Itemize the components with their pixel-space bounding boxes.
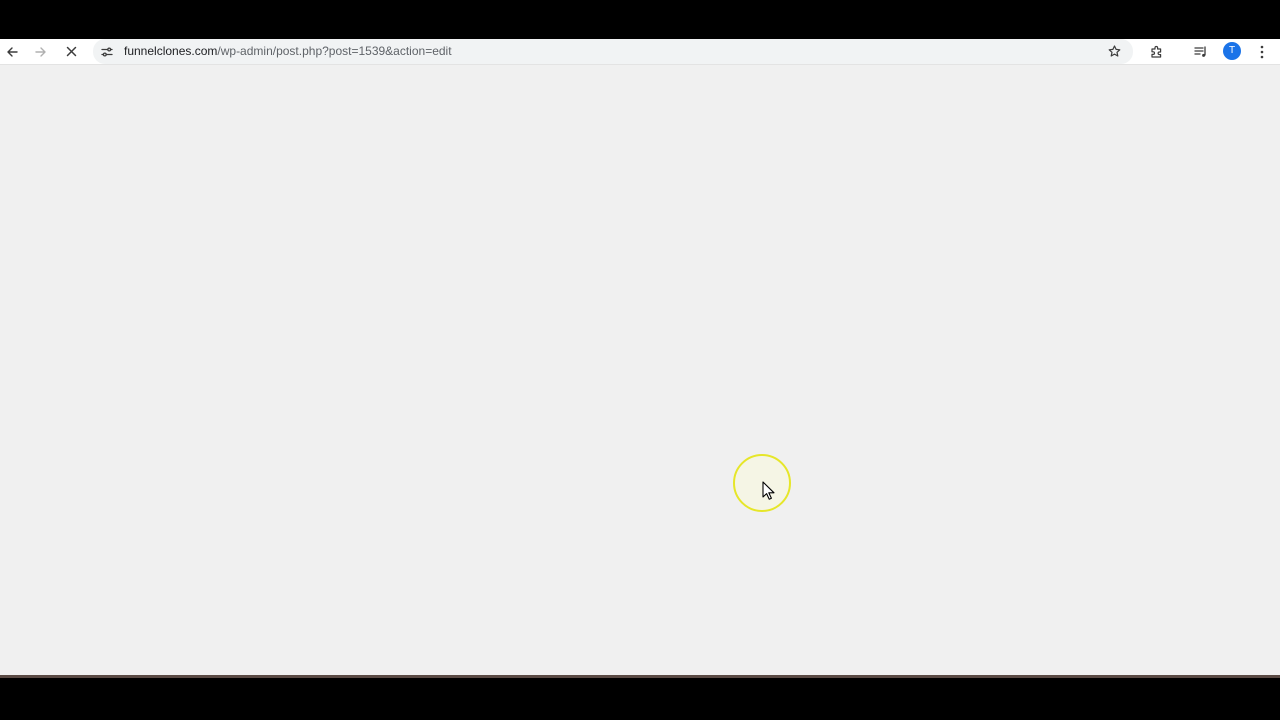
browser-menu-button[interactable]: [1251, 39, 1273, 64]
url-domain: funnelclones.com: [124, 44, 218, 58]
site-info-button[interactable]: [96, 39, 118, 64]
url-text[interactable]: funnelclones.com/wp-admin/post.php?post=…: [124, 39, 452, 64]
arrow-right-icon: [35, 46, 46, 57]
profile-avatar[interactable]: T: [1223, 42, 1241, 60]
back-button[interactable]: [1, 39, 23, 64]
queue-music-icon: [1194, 45, 1206, 57]
browser-window: funnelclones.com/wp-admin/post.php?post=…: [0, 39, 1280, 678]
letterbox-top: [0, 0, 1280, 39]
browser-toolbar: funnelclones.com/wp-admin/post.php?post=…: [0, 39, 1280, 65]
forward-button[interactable]: [30, 39, 52, 64]
stop-loading-button[interactable]: [60, 39, 82, 64]
extensions-button[interactable]: [1146, 39, 1168, 64]
tune-icon: [101, 46, 113, 56]
kebab-menu-icon: [1260, 45, 1264, 58]
letterbox-bottom: [0, 678, 1280, 720]
close-icon: [66, 46, 76, 57]
puzzle-icon: [1151, 45, 1162, 58]
media-controls-button[interactable]: [1190, 39, 1212, 64]
arrow-left-icon: [7, 46, 18, 57]
url-path: /wp-admin/post.php?post=1539&action=edit: [217, 44, 452, 58]
screen-frame: funnelclones.com/wp-admin/post.php?post=…: [0, 0, 1280, 720]
page-content-loading: [0, 65, 1280, 678]
bookmark-button[interactable]: [1103, 39, 1125, 64]
star-icon: [1108, 45, 1120, 57]
mouse-pointer-icon: [762, 481, 775, 500]
